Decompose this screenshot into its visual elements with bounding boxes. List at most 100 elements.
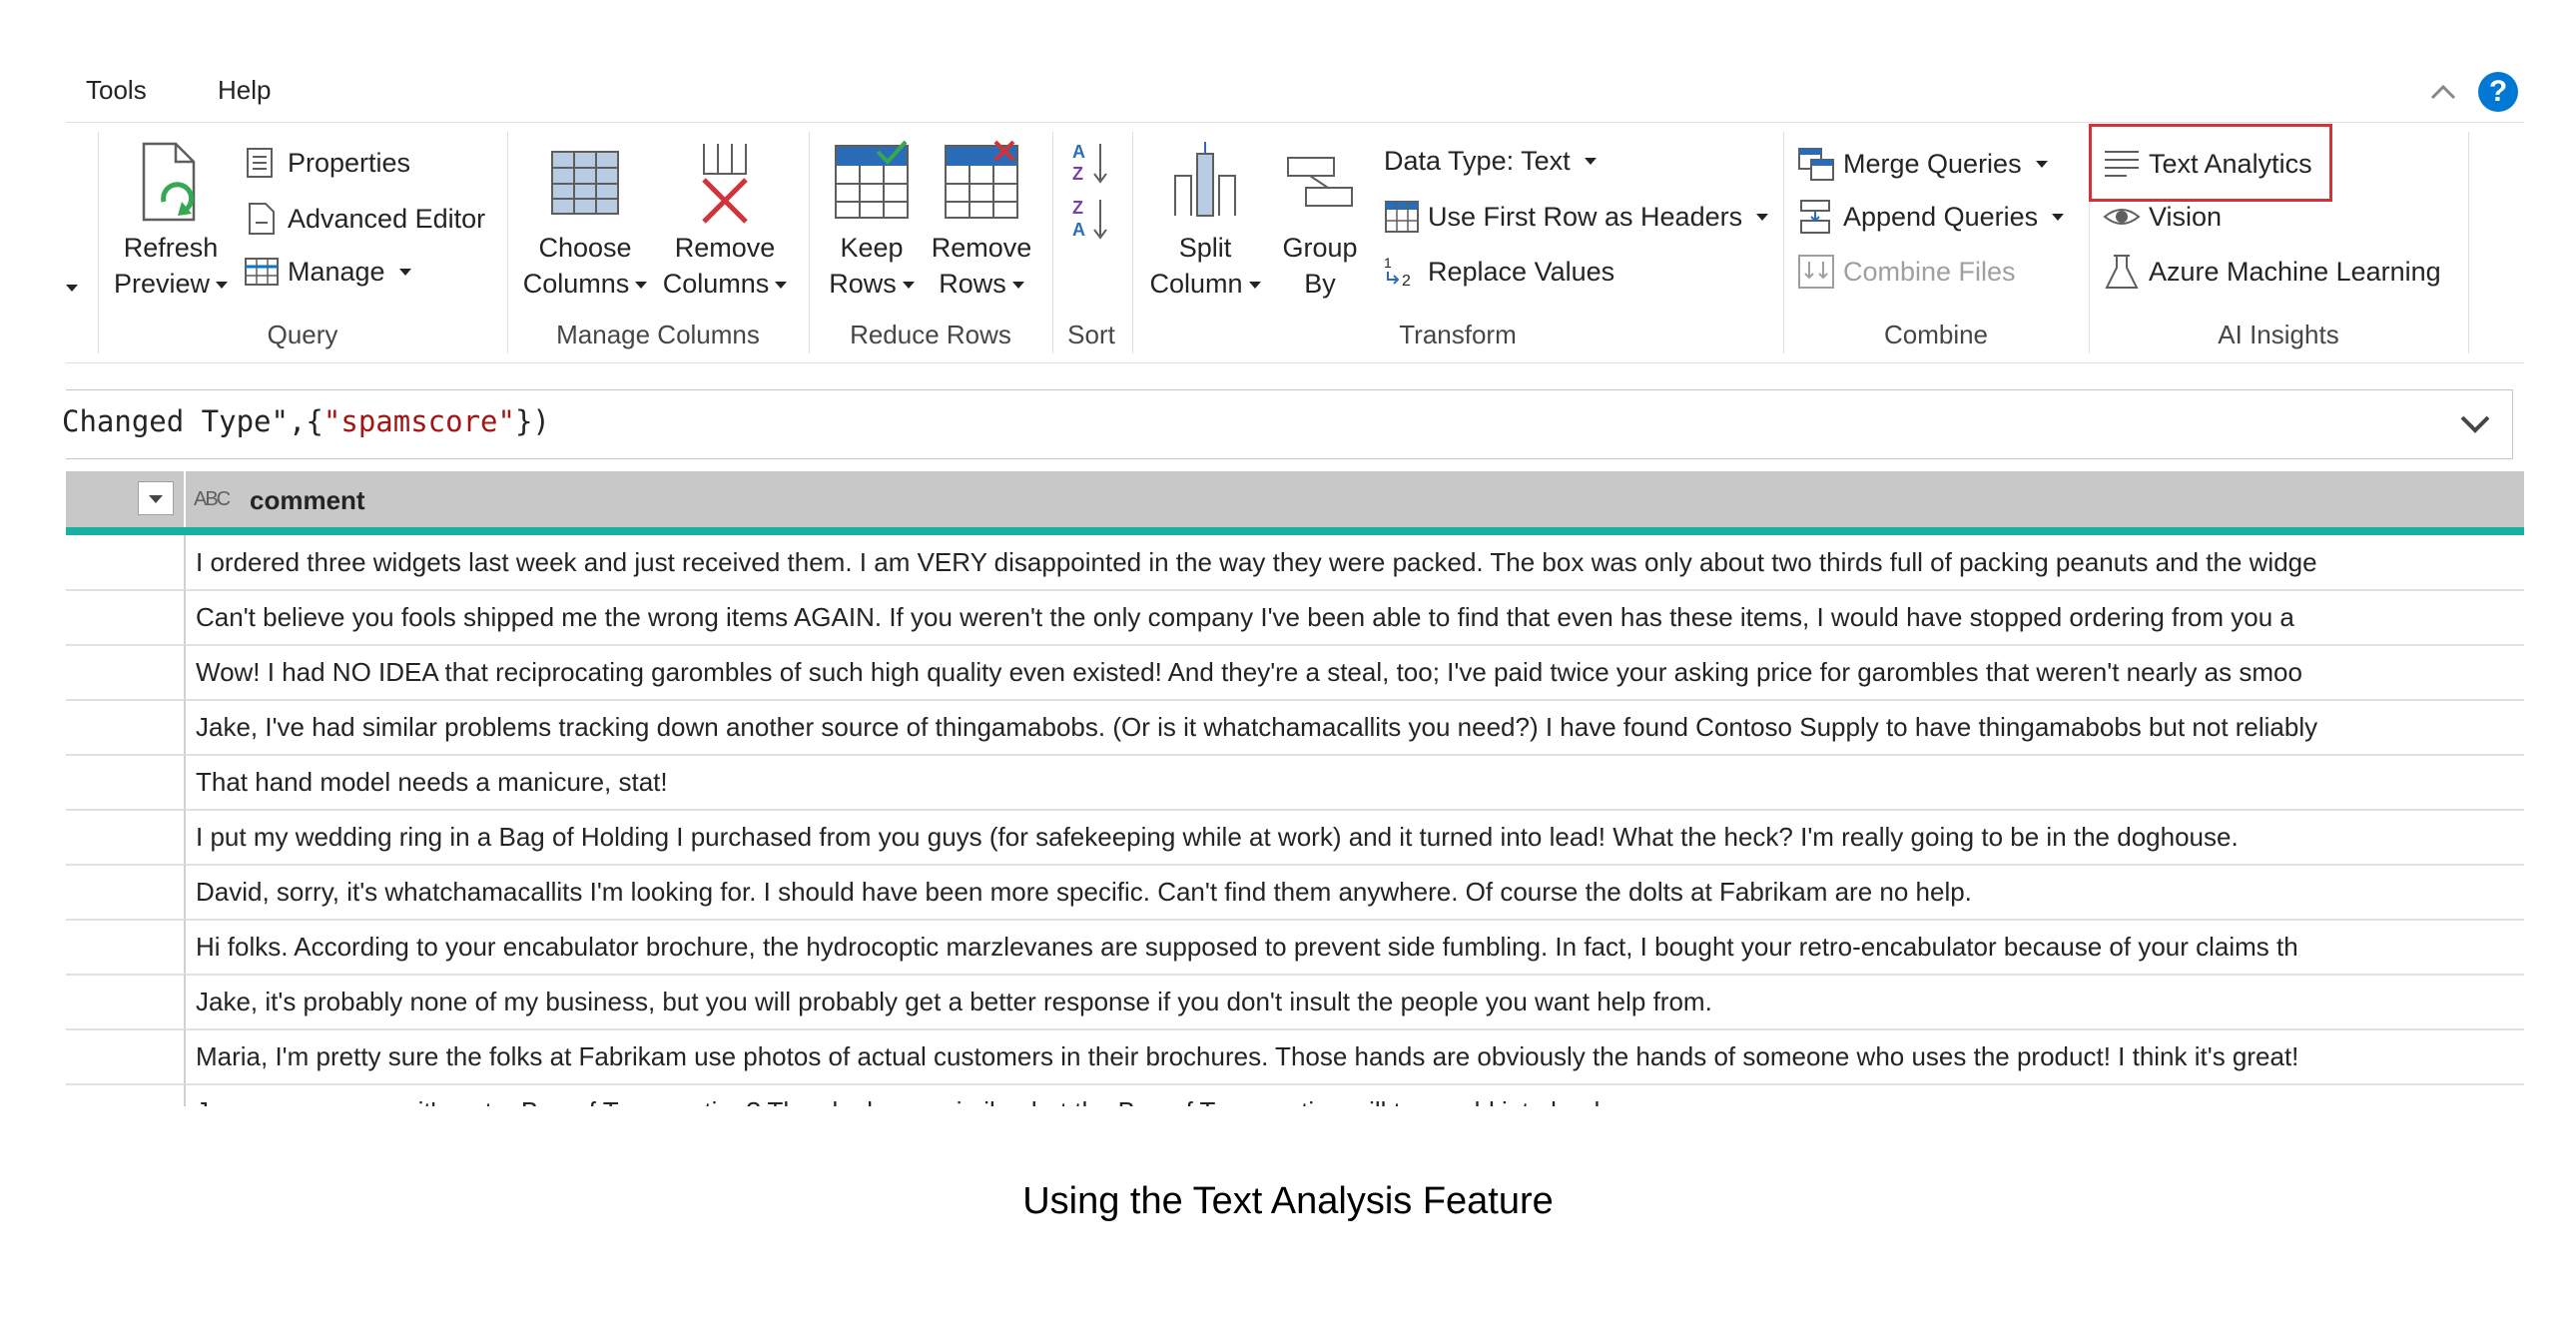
table-row[interactable]: Jake, I've had similar problems tracking… [66, 700, 2524, 756]
table-row[interactable]: Can't believe you fools shipped me the w… [66, 590, 2524, 646]
sort-descending-icon[interactable]: Z A [1070, 194, 1110, 247]
replace-values-label: Replace Values [1428, 256, 1615, 287]
formula-text: Changed Type",{"spamscore"}) [62, 404, 550, 438]
svg-text:A: A [1072, 220, 1085, 240]
remove-columns-label-2: Columns [662, 269, 770, 299]
merge-queries-icon [1798, 148, 1834, 181]
replace-values-icon: 12 [1384, 255, 1411, 290]
menu-help[interactable]: Help [218, 75, 271, 106]
row-index-cell[interactable] [66, 755, 186, 809]
comment-cell[interactable]: David, sorry, it's whatchamacallits I'm … [196, 877, 1972, 908]
remove-rows-label-1: Remove [931, 233, 1032, 263]
svg-text:A: A [1072, 142, 1085, 162]
table-row[interactable]: I ordered three widgets last week and ju… [66, 535, 2524, 591]
merge-queries-button[interactable]: Merge Queries [1797, 146, 2048, 182]
combine-files-button[interactable]: Combine Files [1797, 254, 2016, 290]
append-queries-button[interactable]: Append Queries [1797, 199, 2065, 235]
comment-cell[interactable]: That hand model needs a manicure, stat! [196, 767, 668, 798]
comment-cell[interactable]: Can't believe you fools shipped me the w… [196, 602, 2294, 633]
advanced-editor-button[interactable]: Advanced Editor [244, 201, 485, 237]
eye-icon [2103, 209, 2141, 225]
table-row[interactable]: That hand model needs a manicure, stat! [66, 755, 2524, 811]
help-icon[interactable]: ? [2478, 72, 2518, 112]
row-index-cell[interactable] [66, 810, 186, 864]
split-column-button[interactable]: Split Column [1140, 140, 1270, 302]
keep-rows-label-1: Keep [840, 233, 904, 263]
column-quality-bar [66, 527, 2524, 535]
vision-button[interactable]: Vision [2103, 199, 2222, 235]
properties-button[interactable]: Properties [244, 146, 410, 180]
table-row[interactable]: Juan, are you sure it's not a Bag of Tra… [66, 1084, 2524, 1106]
column-filter-button[interactable] [138, 481, 174, 515]
row-index-cell[interactable] [66, 1029, 186, 1083]
use-first-row-button[interactable]: Use First Row as Headers [1384, 199, 1769, 235]
group-by-label-1: Group [1282, 233, 1358, 263]
refresh-icon [136, 140, 206, 230]
properties-icon [247, 148, 273, 178]
row-index-cell[interactable] [66, 645, 186, 699]
comment-cell[interactable]: Wow! I had NO IDEA that reciprocating ga… [196, 657, 2302, 688]
comment-cell[interactable]: I put my wedding ring in a Bag of Holdin… [196, 822, 2239, 853]
data-type-dropdown[interactable]: Data Type: Text [1384, 146, 1597, 177]
row-index-cell[interactable] [66, 865, 186, 919]
menu-tools[interactable]: Tools [86, 75, 147, 106]
refresh-preview-button[interactable]: Refresh Preview [106, 140, 236, 302]
combine-files-label: Combine Files [1843, 256, 2016, 287]
chevron-down-icon[interactable] [2458, 410, 2492, 441]
type-icon-text: ABC [194, 488, 231, 510]
text-type-icon[interactable]: ABC [194, 485, 231, 511]
comment-cell[interactable]: Juan, are you sure it's not a Bag of Tra… [196, 1096, 1608, 1106]
replace-values-button[interactable]: 12 Replace Values [1384, 254, 1614, 290]
remove-columns-button[interactable]: Remove Columns [655, 140, 795, 302]
use-first-row-label: Use First Row as Headers [1428, 201, 1743, 232]
row-index-cell[interactable] [66, 700, 186, 754]
remove-columns-label-1: Remove [674, 233, 776, 263]
split-column-icon [1165, 140, 1245, 230]
table-row[interactable]: Jake, it's probably none of my business,… [66, 975, 2524, 1030]
comment-cell[interactable]: Jake, I've had similar problems tracking… [196, 712, 2317, 743]
choose-columns-label-1: Choose [538, 233, 632, 263]
remove-rows-button[interactable]: Remove Rows [927, 140, 1036, 302]
group-label-combine: Combine [1883, 320, 1989, 349]
table-row[interactable]: Maria, I'm pretty sure the folks at Fabr… [66, 1029, 2524, 1085]
choose-columns-label-2: Columns [522, 269, 630, 299]
manage-icon [245, 258, 279, 286]
svg-text:Z: Z [1072, 198, 1083, 218]
data-grid: ABC comment I ordered three widgets last… [66, 471, 2524, 1106]
manage-button[interactable]: Manage [244, 256, 411, 288]
row-index-cell[interactable] [66, 1084, 186, 1106]
collapse-ribbon-icon[interactable] [2428, 80, 2458, 104]
comment-cell[interactable]: Jake, it's probably none of my business,… [196, 987, 1712, 1017]
column-header-comment[interactable]: comment [250, 485, 365, 516]
choose-columns-button[interactable]: Choose Columns [515, 140, 655, 302]
svg-text:1: 1 [1384, 255, 1392, 271]
sort-ascending-icon[interactable]: A Z [1070, 138, 1110, 191]
row-index-cell[interactable] [66, 920, 186, 974]
remove-rows-label-2: Rows [939, 269, 1006, 299]
remove-rows-icon [942, 140, 1021, 230]
row-index-cell[interactable] [66, 535, 186, 589]
cutoff-dropdown-icon[interactable] [66, 280, 78, 298]
table-row[interactable]: Wow! I had NO IDEA that reciprocating ga… [66, 645, 2524, 701]
group-label-transform: Transform [1399, 320, 1517, 349]
svg-text:Z: Z [1072, 164, 1083, 184]
row-index-cell[interactable] [66, 975, 186, 1028]
advanced-editor-icon [249, 203, 275, 235]
comment-cell[interactable]: Hi folks. According to your encabulator … [196, 932, 2298, 963]
azure-ml-label: Azure Machine Learning [2149, 256, 2441, 287]
comment-cell[interactable]: I ordered three widgets last week and ju… [196, 547, 2317, 578]
group-label-sort: Sort [1067, 320, 1115, 349]
azure-ml-button[interactable]: Azure Machine Learning [2103, 254, 2441, 290]
refresh-label-1: Refresh [123, 233, 219, 263]
group-by-button[interactable]: Group By [1270, 140, 1370, 302]
filter-dropdown-icon [149, 495, 163, 503]
keep-rows-button[interactable]: Keep Rows [817, 140, 927, 302]
formula-bar[interactable]: Changed Type",{"spamscore"}) [62, 389, 2513, 459]
table-row[interactable]: David, sorry, it's whatchamacallits I'm … [66, 865, 2524, 921]
row-index-cell[interactable] [66, 590, 186, 644]
table-row[interactable]: Hi folks. According to your encabulator … [66, 920, 2524, 976]
svg-text:2: 2 [1402, 273, 1411, 290]
table-row[interactable]: I put my wedding ring in a Bag of Holdin… [66, 810, 2524, 866]
comment-cell[interactable]: Maria, I'm pretty sure the folks at Fabr… [196, 1041, 2298, 1072]
text-analytics-highlight-box [2089, 124, 2332, 202]
